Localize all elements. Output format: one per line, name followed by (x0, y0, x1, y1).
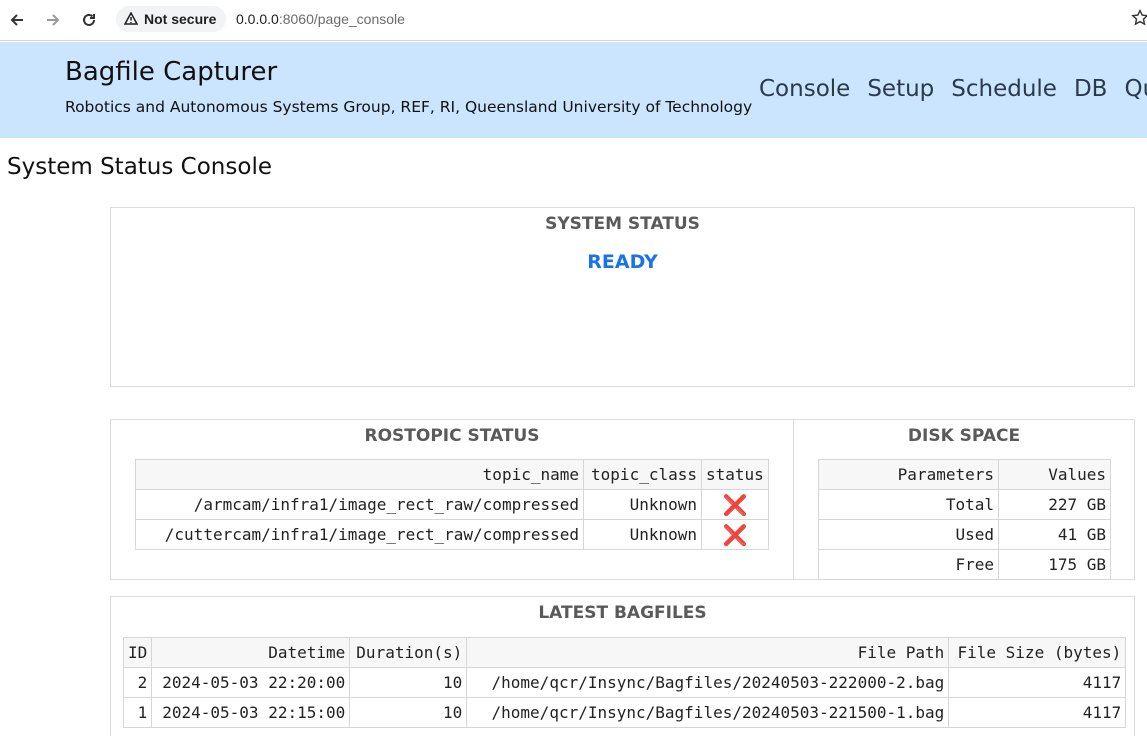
param-label: Free (818, 549, 999, 580)
nav-db[interactable]: DB (1074, 76, 1108, 102)
topic-class: Unknown (583, 489, 702, 520)
bag-datetime: 2024-05-03 22:15:00 (151, 697, 351, 728)
table-row: /cuttercam/infra1/image_rect_raw/compres… (135, 519, 769, 550)
col-datetime: Datetime (151, 637, 351, 668)
table-row: Total 227 GB (818, 489, 1111, 520)
browser-toolbar: Not secure 0.0.0.0:8060/page_console (0, 0, 1147, 41)
reload-button[interactable] (77, 8, 101, 32)
col-values: Values (998, 459, 1111, 490)
nav-setup[interactable]: Setup (867, 76, 934, 102)
security-label: Not secure (144, 11, 217, 27)
reload-icon (83, 13, 95, 26)
bag-id: 1 (122, 697, 153, 728)
arrow-right-icon (47, 14, 60, 26)
param-value: 41 GB (998, 519, 1111, 550)
system-status-value: READY (587, 251, 658, 273)
bookmark-star-button[interactable] (1131, 8, 1147, 31)
rostopic-table: topic_name topic_class status /armcam/in… (135, 459, 769, 550)
col-id: ID (122, 637, 153, 668)
url-path: :8060/page_console (278, 11, 405, 27)
system-status-card: SYSTEM STATUS READY (110, 207, 1135, 387)
col-duration: Duration(s) (349, 637, 468, 668)
site-header: Bagfile Capturer Robotics and Autonomous… (0, 42, 1147, 138)
nav-schedule[interactable]: Schedule (951, 76, 1057, 102)
table-row: 1 2024-05-03 22:15:00 10 /home/qcr/Insyn… (122, 697, 1127, 728)
rostopic-status-title: ROSTOPIC STATUS (364, 426, 540, 446)
table-row: 2 2024-05-03 22:20:00 10 /home/qcr/Insyn… (122, 667, 1127, 698)
address-bar[interactable]: 0.0.0.0:8060/page_console (236, 11, 405, 27)
url-host: 0.0.0.0 (236, 11, 279, 27)
bag-path: /home/qcr/Insync/Bagfiles/20240503-22150… (466, 697, 950, 728)
bagfiles-table: ID Datetime Duration(s) File Path File S… (122, 637, 1127, 728)
disk-table: Parameters Values Total 227 GB Used 41 G… (818, 459, 1111, 580)
bag-duration: 10 (349, 697, 468, 728)
table-row: Used 41 GB (818, 519, 1111, 550)
latest-bagfiles-card: LATEST BAGFILES ID Datetime Duration(s) … (110, 596, 1135, 736)
table-row: Free 175 GB (818, 549, 1111, 580)
site-subtitle: Robotics and Autonomous Systems Group, R… (65, 98, 753, 116)
site-title: Bagfile Capturer (65, 57, 278, 87)
bag-size: 4117 (948, 667, 1127, 698)
col-status: status (701, 459, 769, 490)
col-topic-class: topic_class (583, 459, 702, 490)
table-row: /armcam/infra1/image_rect_raw/compressed… (135, 489, 769, 520)
topic-name: /cuttercam/infra1/image_rect_raw/compres… (135, 519, 584, 550)
nav-query[interactable]: Que (1124, 76, 1147, 102)
col-parameters: Parameters (818, 459, 999, 490)
back-button[interactable] (5, 8, 29, 32)
param-value: 175 GB (998, 549, 1111, 580)
latest-bagfiles-title: LATEST BAGFILES (538, 603, 707, 623)
status-error-icon: ❌ (701, 489, 769, 520)
param-label: Total (818, 489, 999, 520)
nav-console[interactable]: Console (759, 76, 850, 102)
col-topic-name: topic_name (135, 459, 584, 490)
warning-icon (124, 12, 138, 25)
table-header-row: Parameters Values (818, 459, 1111, 490)
main-nav: Console Setup Schedule DB Que (759, 76, 1147, 102)
disk-space-card: DISK SPACE Parameters Values Total 227 G… (793, 419, 1135, 580)
topic-class: Unknown (583, 519, 702, 550)
forward-button[interactable] (41, 8, 65, 32)
param-label: Used (818, 519, 999, 550)
bag-path: /home/qcr/Insync/Bagfiles/20240503-22200… (466, 667, 950, 698)
security-chip[interactable]: Not secure (116, 6, 227, 32)
col-file-size: File Size (bytes) (948, 637, 1127, 668)
col-file-path: File Path (466, 637, 950, 668)
arrow-left-icon (10, 14, 23, 26)
bag-duration: 10 (349, 667, 468, 698)
bag-datetime: 2024-05-03 22:20:00 (151, 667, 351, 698)
page-title: System Status Console (7, 154, 272, 180)
bag-size: 4117 (948, 697, 1127, 728)
table-header-row: ID Datetime Duration(s) File Path File S… (122, 637, 1127, 668)
bag-id: 2 (122, 667, 153, 698)
system-status-title: SYSTEM STATUS (545, 214, 700, 234)
table-header-row: topic_name topic_class status (135, 459, 769, 490)
rostopic-status-card: ROSTOPIC STATUS topic_name topic_class s… (110, 419, 794, 580)
status-error-icon: ❌ (701, 519, 769, 550)
param-value: 227 GB (998, 489, 1111, 520)
disk-space-title: DISK SPACE (907, 426, 1021, 446)
star-icon (1131, 8, 1147, 26)
topic-name: /armcam/infra1/image_rect_raw/compressed (135, 489, 584, 520)
